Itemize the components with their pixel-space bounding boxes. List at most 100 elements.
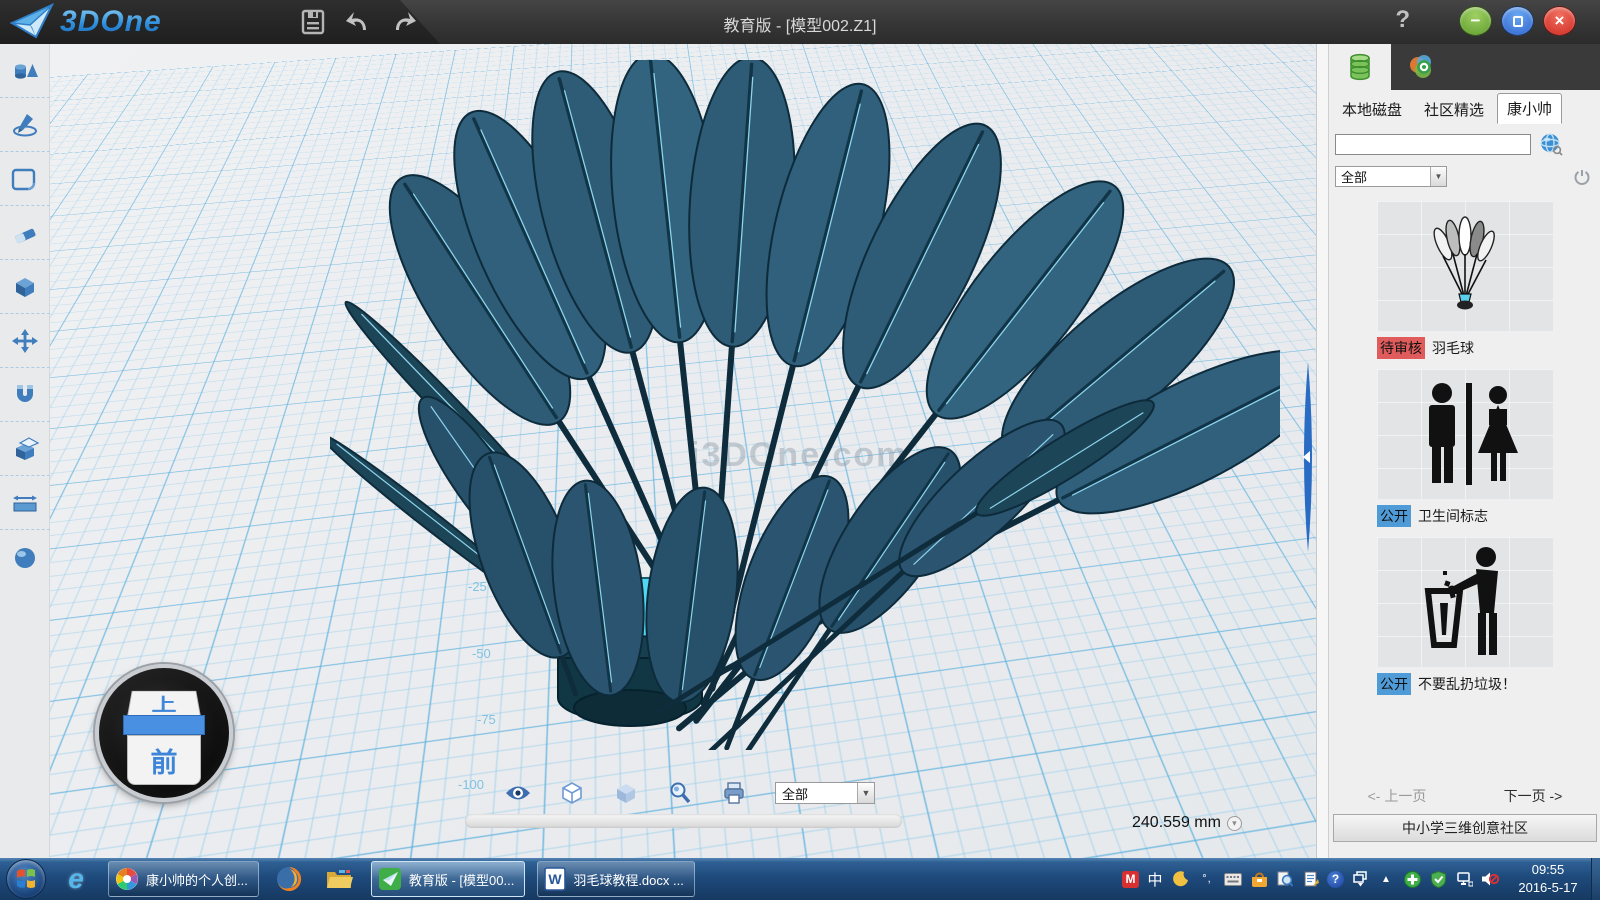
close-button[interactable]: × [1543, 6, 1576, 36]
antivirus-plus-icon[interactable] [1402, 869, 1422, 889]
taskbar-button-word[interactable]: W 羽毛球教程.docx ... [537, 861, 695, 897]
tab-community-featured[interactable]: 社区精选 [1415, 95, 1493, 124]
help-button[interactable]: ? [1395, 6, 1410, 34]
primitive-solids-icon [11, 58, 39, 84]
shuttlecock-model[interactable] [330, 60, 1280, 750]
thumbnail-shuttlecock[interactable] [1377, 201, 1553, 331]
taskbar-button-label: 羽毛球教程.docx ... [573, 870, 684, 889]
sidebar-text-tabs: 本地磁盘 社区精选 康小帅 [1329, 90, 1600, 124]
start-button[interactable] [6, 859, 46, 899]
sphere-icon [11, 544, 39, 570]
chevron-down-icon[interactable]: ▼ [1430, 167, 1446, 186]
volume-muted-icon[interactable] [1480, 869, 1500, 889]
view-cube-top-face[interactable]: 上 [127, 691, 201, 717]
firefox-launcher[interactable] [269, 861, 309, 897]
eraser-button[interactable] [0, 206, 50, 260]
punctuation-icon[interactable]: °, [1197, 869, 1217, 889]
3d-viewport[interactable]: -25 -50 -75 -100 i3DOne.com [50, 44, 1316, 858]
3done-app-icon [378, 867, 402, 891]
chevron-down-icon[interactable]: ▼ [857, 783, 874, 803]
toolbox-icon[interactable] [1249, 869, 1269, 889]
network-icon[interactable] [1454, 869, 1474, 889]
list-item-caption: 待审核 羽毛球 [1377, 337, 1553, 359]
material-render-button[interactable] [0, 530, 50, 584]
taskbar-button-browser-personal[interactable]: 康小帅的个人创... [108, 861, 259, 897]
next-page-button[interactable]: 下一页 -> [1504, 786, 1563, 806]
taskbar-button-label: 康小帅的个人创... [146, 870, 248, 889]
search-tool-icon[interactable] [1275, 869, 1295, 889]
list-item-caption: 公开 不要乱扔垃圾！ [1377, 673, 1553, 695]
model-list: 待审核 羽毛球 [1329, 191, 1600, 695]
folder-icon [325, 867, 353, 891]
taskbar-clock[interactable]: 09:55 2016-5-17 [1508, 861, 1588, 897]
magnet-icon [11, 382, 39, 408]
axis-tick: -100 [458, 777, 484, 792]
combine-button[interactable] [0, 422, 50, 476]
rounded-sketch-icon [11, 166, 39, 192]
thumbnail-no-littering-sign[interactable] [1377, 537, 1553, 667]
system-tray: M 中 °, ? ▲ [1122, 858, 1500, 900]
night-moon-icon[interactable] [1171, 869, 1191, 889]
zoom-magnifier-icon[interactable] [667, 780, 693, 806]
tab-local-library[interactable] [1329, 44, 1391, 90]
print-icon[interactable] [721, 780, 747, 806]
minimize-button[interactable]: − [1459, 6, 1492, 36]
maximize-button[interactable] [1501, 6, 1534, 36]
community-link-button[interactable]: 中小学三维创意社区 [1333, 814, 1597, 842]
list-item[interactable]: 公开 不要乱扔垃圾！ [1329, 537, 1600, 695]
sogou-m-icon[interactable]: M [1122, 871, 1139, 888]
chinese-input-icon[interactable]: 中 [1145, 869, 1165, 889]
move-arrows-icon [11, 328, 39, 354]
sidebar-search-row [1329, 124, 1600, 160]
horizontal-scrollbar[interactable] [465, 814, 902, 828]
assembly-magnet-button[interactable] [0, 368, 50, 422]
shaded-cube-icon[interactable] [613, 780, 639, 806]
title-bar: 3DOne 教育版 - [模型002.Z1] ? − × [0, 0, 1600, 44]
measure-button[interactable] [0, 476, 50, 530]
measurement-dropdown-icon[interactable]: ▾ [1227, 816, 1242, 831]
tab-community-cloud[interactable] [1391, 44, 1453, 90]
combine-cube-icon [11, 436, 39, 462]
globe-search-icon[interactable] [1539, 132, 1563, 156]
tab-local-disk[interactable]: 本地磁盘 [1333, 95, 1411, 124]
help-tray-icon[interactable]: ? [1327, 871, 1344, 888]
model-name: 不要乱扔垃圾！ [1418, 674, 1516, 694]
sketch-draw-button[interactable] [0, 98, 50, 152]
show-desktop-button[interactable] [1591, 858, 1600, 900]
power-refresh-icon[interactable] [1573, 168, 1591, 186]
soft-keyboard-icon[interactable] [1223, 869, 1243, 889]
move-button[interactable] [0, 314, 50, 368]
sidebar-collapse-arrow[interactable] [1299, 362, 1316, 552]
sketch-pen-icon [11, 112, 39, 138]
thumbnail-restroom-sign[interactable] [1377, 369, 1553, 499]
primitive-solids-button[interactable] [0, 44, 50, 98]
category-filter-select[interactable]: 全部 ▼ [1335, 166, 1447, 187]
special-features-button[interactable] [0, 260, 50, 314]
display-filter-value: 全部 [776, 784, 857, 803]
list-item[interactable]: 公开 卫生间标志 [1329, 369, 1600, 527]
taskbar-button-3done[interactable]: 教育版 - [模型00... [371, 861, 525, 897]
floating-window-icon[interactable] [1350, 869, 1370, 889]
clock-date: 2016-5-17 [1508, 879, 1588, 897]
display-filter-select[interactable]: 全部 ▼ [775, 782, 875, 804]
wireframe-cube-icon[interactable] [559, 780, 585, 806]
windows-taskbar: e 康小帅的个人创... [0, 858, 1600, 900]
explorer-launcher[interactable] [319, 861, 359, 897]
sketch-edit-button[interactable] [0, 152, 50, 206]
model-name: 羽毛球 [1432, 338, 1474, 358]
visibility-eye-icon[interactable] [505, 780, 531, 806]
tray-expand-icon[interactable]: ▲ [1376, 869, 1396, 889]
notes-doc-icon[interactable] [1301, 869, 1321, 889]
view-cube[interactable]: 上 前 [95, 664, 233, 802]
tab-user-kangxiaoshuai[interactable]: 康小帅 [1497, 93, 1562, 124]
model-name: 卫生间标志 [1418, 506, 1488, 526]
ie-launcher[interactable]: e [56, 861, 96, 897]
list-item[interactable]: 待审核 羽毛球 [1329, 201, 1600, 359]
view-cube-front-face[interactable]: 前 [127, 735, 201, 785]
sidebar-icon-tabs [1329, 44, 1600, 90]
search-input[interactable] [1335, 134, 1531, 155]
sidebar-splitter[interactable] [1317, 44, 1329, 858]
clock-time: 09:55 [1508, 861, 1588, 879]
security-shield-icon[interactable] [1428, 869, 1448, 889]
prev-page-button[interactable]: <- 上一页 [1368, 786, 1427, 806]
